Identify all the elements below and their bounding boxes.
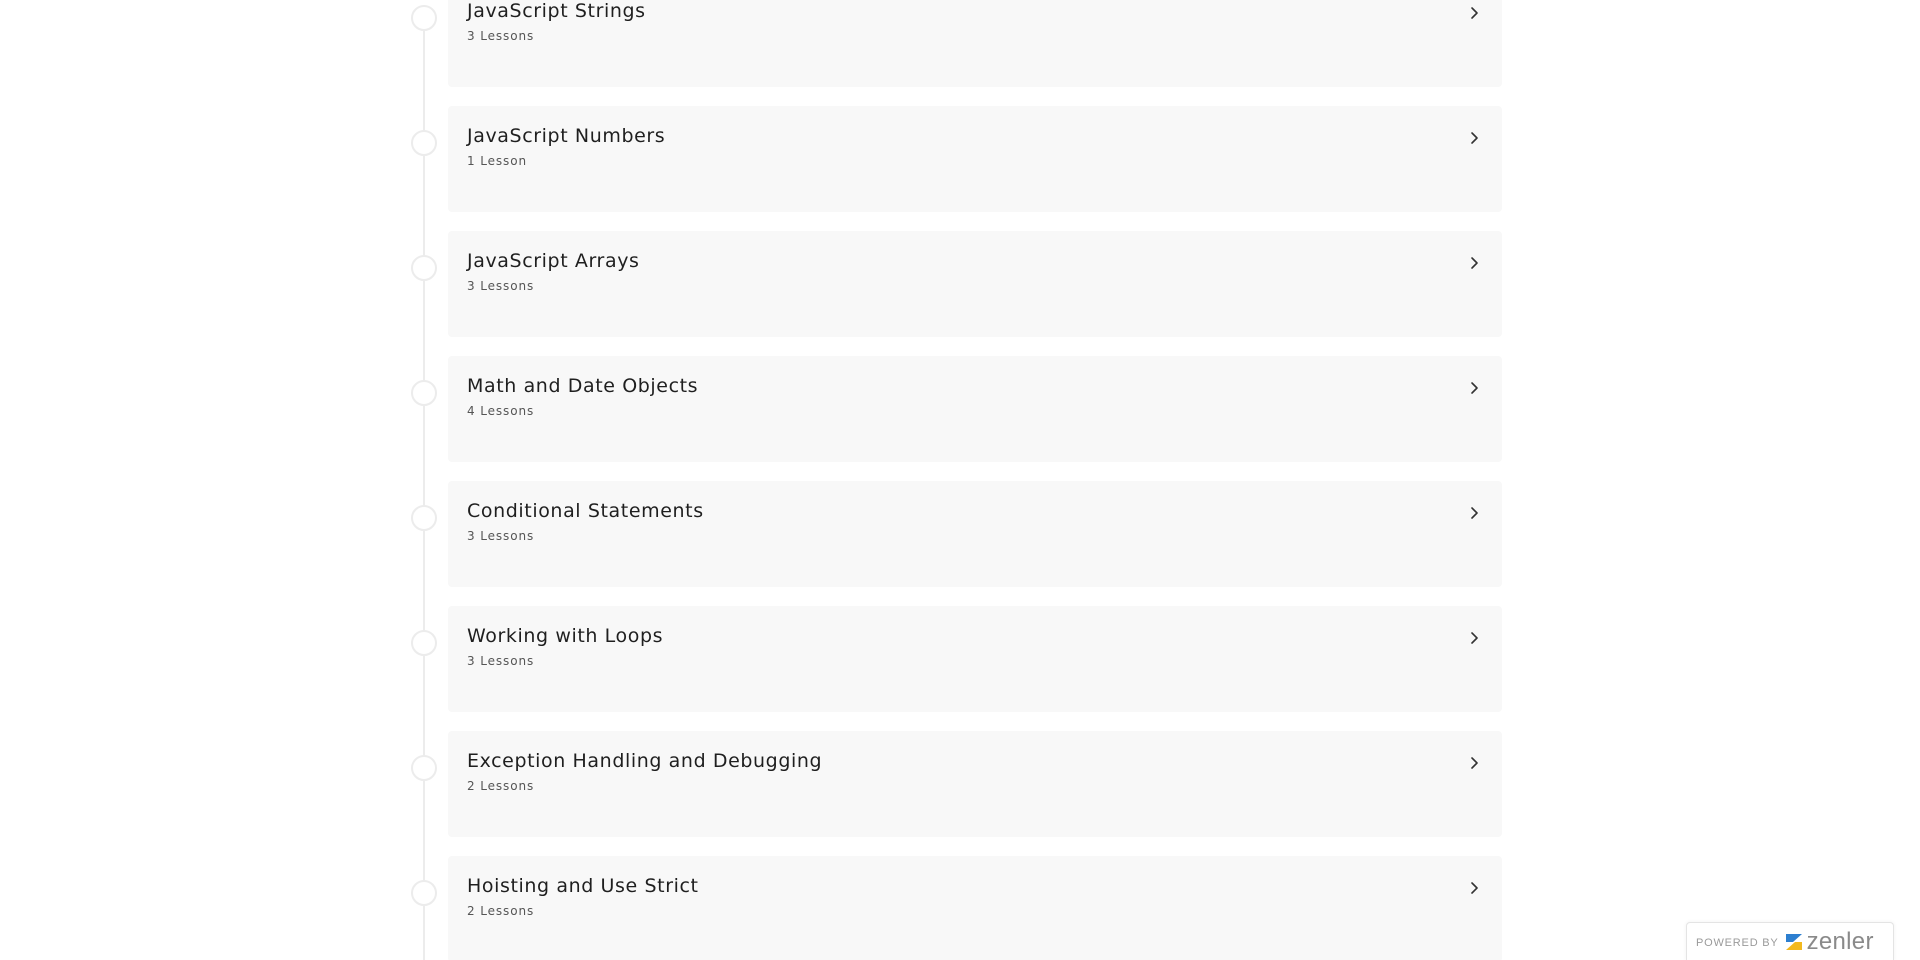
section-row: Working with Loops 3 Lessons bbox=[0, 606, 1920, 731]
section-card-javascript-strings[interactable]: JavaScript Strings 3 Lessons bbox=[448, 0, 1502, 87]
section-card-math-and-date-objects[interactable]: Math and Date Objects 4 Lessons bbox=[448, 356, 1502, 462]
section-title: Working with Loops bbox=[467, 625, 664, 647]
lesson-count: 2 Lessons bbox=[467, 904, 535, 918]
powered-by-label: POWERED BY bbox=[1696, 936, 1779, 949]
section-title: Math and Date Objects bbox=[467, 375, 699, 397]
section-title: JavaScript Arrays bbox=[467, 250, 640, 272]
section-row: Math and Date Objects 4 Lessons bbox=[0, 356, 1920, 481]
chevron-right-icon[interactable] bbox=[1466, 880, 1482, 896]
chevron-right-icon[interactable] bbox=[1466, 505, 1482, 521]
section-card-working-with-loops[interactable]: Working with Loops 3 Lessons bbox=[448, 606, 1502, 712]
section-row: JavaScript Strings 3 Lessons bbox=[0, 0, 1920, 106]
section-row: JavaScript Arrays 3 Lessons bbox=[0, 231, 1920, 356]
section-row: Conditional Statements 3 Lessons bbox=[0, 481, 1920, 606]
timeline-dot bbox=[411, 130, 437, 156]
course-curriculum-page: JavaScript Strings 3 Lessons JavaScript … bbox=[0, 0, 1920, 960]
timeline-dot bbox=[411, 880, 437, 906]
section-card-hoisting-and-use-strict[interactable]: Hoisting and Use Strict 2 Lessons bbox=[448, 856, 1502, 960]
section-card-conditional-statements[interactable]: Conditional Statements 3 Lessons bbox=[448, 481, 1502, 587]
lesson-count: 4 Lessons bbox=[467, 404, 535, 418]
section-row: Exception Handling and Debugging 2 Lesso… bbox=[0, 731, 1920, 856]
section-title: Exception Handling and Debugging bbox=[467, 750, 823, 772]
lesson-count: 2 Lessons bbox=[467, 779, 535, 793]
section-card-exception-handling[interactable]: Exception Handling and Debugging 2 Lesso… bbox=[448, 731, 1502, 837]
chevron-right-icon[interactable] bbox=[1466, 380, 1482, 396]
chevron-right-icon[interactable] bbox=[1466, 255, 1482, 271]
lesson-count: 3 Lessons bbox=[467, 529, 535, 543]
timeline-dot bbox=[411, 505, 437, 531]
section-card-javascript-arrays[interactable]: JavaScript Arrays 3 Lessons bbox=[448, 231, 1502, 337]
timeline-dot bbox=[411, 380, 437, 406]
section-title: Conditional Statements bbox=[467, 500, 704, 522]
lesson-count: 3 Lessons bbox=[467, 654, 535, 668]
lesson-count: 3 Lessons bbox=[467, 279, 535, 293]
chevron-right-icon[interactable] bbox=[1466, 755, 1482, 771]
chevron-right-icon[interactable] bbox=[1466, 630, 1482, 646]
timeline-dot bbox=[411, 630, 437, 656]
timeline-dot bbox=[411, 5, 437, 31]
section-title: JavaScript Strings bbox=[467, 0, 646, 22]
lesson-count: 1 Lesson bbox=[467, 154, 527, 168]
timeline-dot bbox=[411, 755, 437, 781]
section-list: JavaScript Strings 3 Lessons JavaScript … bbox=[0, 0, 1920, 960]
chevron-right-icon[interactable] bbox=[1466, 5, 1482, 21]
section-title: Hoisting and Use Strict bbox=[467, 875, 699, 897]
timeline-dot bbox=[411, 255, 437, 281]
zenler-logo-icon bbox=[1785, 933, 1802, 950]
section-row: JavaScript Numbers 1 Lesson bbox=[0, 106, 1920, 231]
chevron-right-icon[interactable] bbox=[1466, 130, 1482, 146]
section-card-javascript-numbers[interactable]: JavaScript Numbers 1 Lesson bbox=[448, 106, 1502, 212]
section-row: Hoisting and Use Strict 2 Lessons bbox=[0, 856, 1920, 960]
powered-by-zenler-badge[interactable]: POWERED BY zenler bbox=[1686, 922, 1894, 960]
zenler-wordmark: zenler bbox=[1806, 927, 1874, 955]
lesson-count: 3 Lessons bbox=[467, 29, 535, 43]
section-title: JavaScript Numbers bbox=[467, 125, 666, 147]
